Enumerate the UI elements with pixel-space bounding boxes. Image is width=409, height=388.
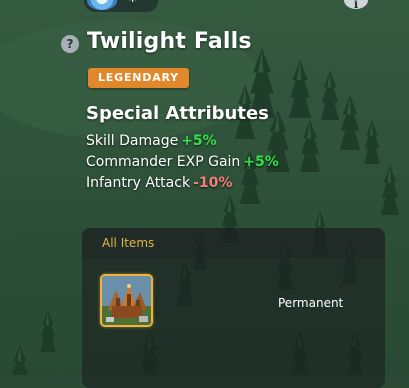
fortress-icon[interactable] [100, 274, 153, 327]
attribute-value: -10% [193, 175, 233, 191]
items-panel-header[interactable]: All Items [82, 228, 385, 258]
special-attributes-heading: Special Attributes [86, 103, 269, 124]
attribute-label: Commander EXP Gain [86, 154, 241, 170]
attribute-list: Skill Damage +5% Commander EXP Gain +5% In… [86, 131, 279, 194]
weather-toggle[interactable]: ✲ [84, 0, 158, 12]
snowflake-toggle-icon [87, 0, 117, 10]
artifact-title: Twilight Falls [87, 29, 252, 54]
attribute-row: Skill Damage +5% [86, 131, 279, 152]
sparkle-icon: ✲ [128, 0, 137, 6]
attribute-label: Infantry Attack [86, 175, 191, 191]
attribute-label: Skill Damage [86, 133, 179, 149]
tab-all-items[interactable]: All Items [102, 236, 154, 250]
attribute-row: Commander EXP Gain +5% [86, 152, 279, 173]
rarity-badge: LEGENDARY [88, 68, 189, 88]
attribute-row: Infantry Attack -10% [86, 173, 279, 194]
question-circle-icon[interactable]: ? [61, 35, 79, 53]
attribute-value: +5% [243, 154, 279, 170]
item-duration-label: Permanent [278, 296, 344, 310]
items-panel: All Items Permanent [82, 228, 385, 388]
attribute-value: +5% [181, 133, 217, 149]
